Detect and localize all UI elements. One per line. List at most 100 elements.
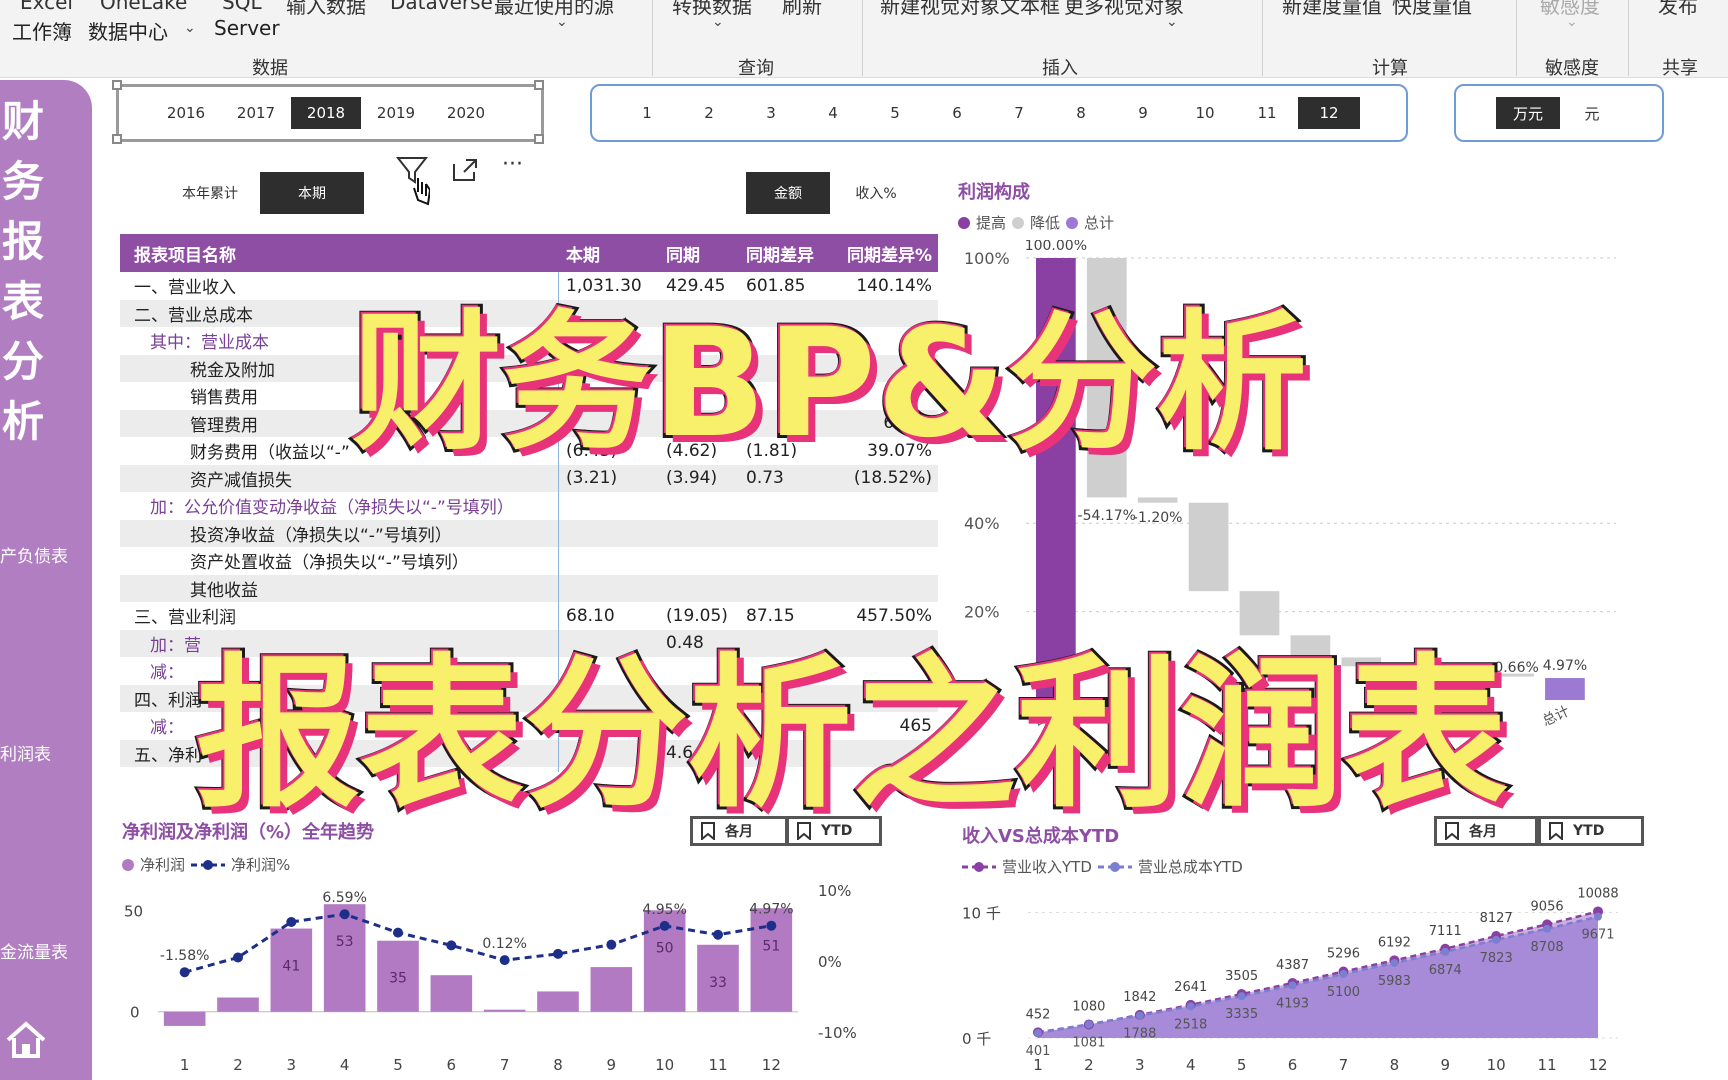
month-option-10[interactable]: 10 bbox=[1174, 97, 1236, 129]
net-profit-bar[interactable] bbox=[537, 991, 579, 1012]
net-profit-pct-point[interactable] bbox=[286, 916, 297, 927]
home-icon[interactable] bbox=[4, 1018, 48, 1062]
table-row[interactable]: 其他收益 bbox=[120, 574, 938, 602]
year-option-2019[interactable]: 2019 bbox=[361, 97, 431, 129]
legend-net-profit[interactable]: 净利润 bbox=[140, 854, 185, 875]
cost-ytd-point[interactable] bbox=[1492, 935, 1501, 944]
toggle-ytd[interactable]: 本年累计 bbox=[160, 172, 260, 214]
cost-ytd-point[interactable] bbox=[1339, 970, 1348, 979]
month-option-12[interactable]: 12 bbox=[1298, 97, 1360, 129]
net-profit-pct-point[interactable] bbox=[553, 948, 563, 959]
chevron-down-icon[interactable]: ⌄ bbox=[184, 20, 196, 36]
net-profit-pct-point[interactable] bbox=[179, 967, 190, 978]
month-option-11[interactable]: 11 bbox=[1236, 97, 1298, 129]
net-profit-pct-point[interactable] bbox=[766, 920, 777, 931]
table-row[interactable]: 资产处置收益（净损失以“-”号填列） bbox=[120, 547, 938, 575]
legend-cost-ytd[interactable]: 营业总成本YTD bbox=[1138, 856, 1243, 877]
focus-mode-icon[interactable] bbox=[450, 156, 480, 184]
selection-handle[interactable] bbox=[112, 134, 122, 144]
chevron-down-icon[interactable]: ⌄ bbox=[1566, 14, 1578, 30]
dataverse-button[interactable]: Dataverse bbox=[390, 0, 493, 14]
textbox-button[interactable]: 文本框 bbox=[1000, 0, 1060, 19]
net-profit-pct-point[interactable] bbox=[713, 929, 723, 940]
selection-handle[interactable] bbox=[534, 134, 544, 144]
chevron-down-icon[interactable]: ⌄ bbox=[712, 14, 724, 30]
workbook-button[interactable]: 工作簿 bbox=[12, 16, 72, 45]
year-option-2017[interactable]: 2017 bbox=[221, 97, 291, 129]
new-visual-button[interactable]: 新建视觉对象 bbox=[880, 0, 1000, 19]
legend-net-profit-pct[interactable]: 净利润% bbox=[231, 854, 290, 875]
filter-icon[interactable] bbox=[396, 154, 430, 214]
quick-measure-button[interactable]: 快度量值 bbox=[1392, 0, 1472, 19]
cost-ytd-point[interactable] bbox=[1594, 912, 1602, 921]
table-row[interactable]: 投资净收益（净损失以“-”号填列） bbox=[120, 519, 938, 547]
net-profit-pct-point[interactable] bbox=[233, 952, 243, 963]
year-option-2018[interactable]: 2018 bbox=[291, 97, 361, 129]
legend-up[interactable]: 提高 bbox=[976, 212, 1006, 233]
net-profit-bar[interactable] bbox=[217, 997, 259, 1012]
selection-handle[interactable] bbox=[112, 80, 122, 90]
cost-ytd-point[interactable] bbox=[1135, 1011, 1144, 1020]
refresh-button[interactable]: 刷新 bbox=[782, 0, 822, 19]
year-option-2020[interactable]: 2020 bbox=[431, 97, 501, 129]
waterfall-bar[interactable] bbox=[1188, 502, 1229, 592]
net-profit-bar[interactable] bbox=[483, 1009, 526, 1012]
sidebar-item-balance-sheet[interactable]: 产负债表 bbox=[0, 542, 68, 567]
toggle-revenue-pct[interactable]: 收入% bbox=[834, 172, 918, 214]
legend-total[interactable]: 总计 bbox=[1084, 212, 1114, 233]
chevron-down-icon[interactable]: ⌄ bbox=[556, 14, 568, 30]
cost-ytd-point[interactable] bbox=[1084, 1020, 1093, 1029]
toggle-current-period[interactable]: 本期 bbox=[260, 172, 364, 214]
net-profit-pct-point[interactable] bbox=[499, 955, 510, 966]
table-row[interactable]: 加：公允价值变动净收益（净损失以“-”号填列） bbox=[120, 492, 938, 520]
month-option-2[interactable]: 2 bbox=[678, 97, 740, 129]
cost-ytd-point[interactable] bbox=[1186, 1002, 1195, 1011]
net-profit-pct-point[interactable] bbox=[606, 939, 617, 950]
month-option-8[interactable]: 8 bbox=[1050, 97, 1112, 129]
onelake-button[interactable]: OneLake bbox=[100, 0, 187, 14]
month-option-3[interactable]: 3 bbox=[740, 97, 802, 129]
month-option-9[interactable]: 9 bbox=[1112, 97, 1174, 129]
unit-option-元[interactable]: 元 bbox=[1560, 97, 1624, 129]
sidebar-item-income-statement[interactable]: 利润表 bbox=[0, 740, 51, 765]
waterfall-bar[interactable] bbox=[1545, 678, 1585, 700]
net-profit-pct-point[interactable] bbox=[339, 909, 350, 920]
chevron-down-icon[interactable]: ⌄ bbox=[1166, 14, 1178, 30]
sidebar-item-cash-flow[interactable]: 金流量表 bbox=[0, 938, 68, 963]
month-option-4[interactable]: 4 bbox=[802, 97, 864, 129]
publish-button[interactable]: 发布 bbox=[1658, 0, 1698, 19]
net-profit-bar[interactable] bbox=[163, 1011, 206, 1026]
recent-sources-button[interactable]: 最近使用的源 bbox=[494, 0, 614, 19]
ytd-bookmark-button[interactable]: YTD bbox=[1538, 816, 1644, 846]
cost-ytd-point[interactable] bbox=[1288, 981, 1297, 990]
enter-data-button[interactable]: 输入数据 bbox=[286, 0, 366, 19]
more-options-icon[interactable]: ··· bbox=[502, 152, 523, 177]
legend-revenue-ytd[interactable]: 营业收入YTD bbox=[1002, 856, 1092, 877]
unit-option-万元[interactable]: 万元 bbox=[1496, 97, 1560, 129]
month-option-7[interactable]: 7 bbox=[988, 97, 1050, 129]
cost-ytd-point[interactable] bbox=[1441, 947, 1450, 956]
cost-ytd-point[interactable] bbox=[1390, 958, 1399, 967]
net-profit-pct-point[interactable] bbox=[393, 927, 403, 938]
net-profit-pct-point[interactable] bbox=[659, 920, 670, 931]
waterfall-bar[interactable] bbox=[1137, 497, 1178, 503]
net-profit-bar[interactable] bbox=[430, 975, 473, 1012]
x-tick-label: 4 bbox=[340, 1056, 350, 1074]
selection-handle[interactable] bbox=[534, 80, 544, 90]
sql-button[interactable]: SQL bbox=[222, 0, 262, 14]
data-center-button[interactable]: 数据中心 bbox=[88, 16, 168, 45]
net-profit-bar[interactable] bbox=[590, 967, 633, 1012]
month-option-5[interactable]: 5 bbox=[864, 97, 926, 129]
new-measure-button[interactable]: 新建度量值 bbox=[1282, 0, 1382, 19]
legend-down[interactable]: 降低 bbox=[1030, 212, 1060, 233]
cost-ytd-point[interactable] bbox=[1237, 992, 1246, 1001]
net-profit-pct-point[interactable] bbox=[446, 940, 457, 951]
cost-ytd-point[interactable] bbox=[1034, 1028, 1042, 1037]
year-option-2016[interactable]: 2016 bbox=[151, 97, 221, 129]
month-option-1[interactable]: 1 bbox=[616, 97, 678, 129]
excel-button[interactable]: Excel bbox=[20, 0, 73, 14]
toggle-amount[interactable]: 金额 bbox=[746, 172, 830, 214]
month-option-6[interactable]: 6 bbox=[926, 97, 988, 129]
cost-ytd-point[interactable] bbox=[1543, 924, 1552, 933]
net-profit-bar[interactable] bbox=[323, 904, 366, 1012]
